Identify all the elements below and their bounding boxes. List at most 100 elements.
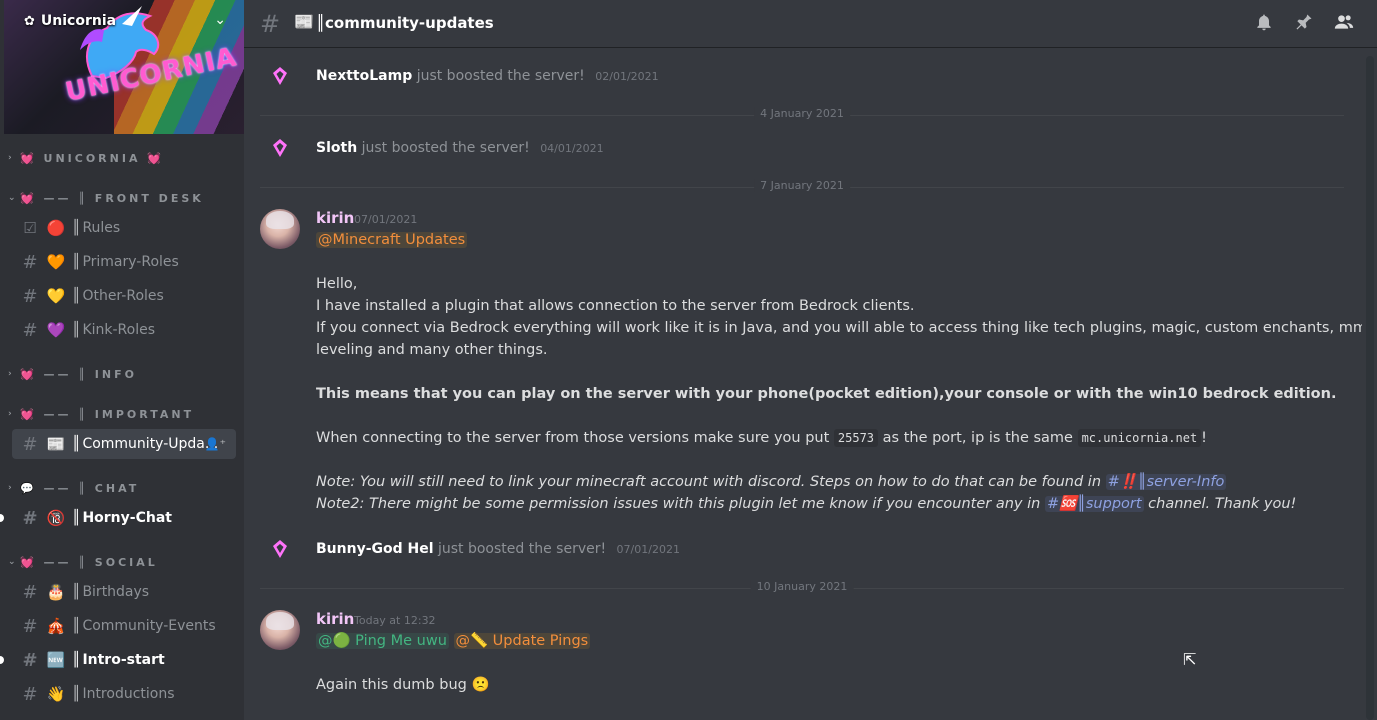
boost-text: Sloth just boosted the server! 04/01/202… — [316, 140, 604, 156]
hashtag-icon: # — [22, 251, 38, 273]
message-line-bold: This means that you can play on the serv… — [316, 386, 1337, 402]
category-collapsed-icon: › — [8, 369, 12, 379]
message-line: @🟢 Ping Me uwu @📏 Update Pings — [316, 630, 591, 652]
channel-birthdays[interactable]: # 🎂 ║ Birthdays — [12, 577, 236, 607]
message-timestamp: Today at 12:32 — [354, 614, 436, 627]
category-chat[interactable]: › 💬 —— ║ CHAT — [8, 479, 139, 497]
hashtag-icon: # — [22, 581, 38, 603]
channel-link-support[interactable]: #🆘║support — [1044, 496, 1144, 512]
channel-introductions[interactable]: # 👋 ║ Introductions — [12, 679, 236, 709]
message-text: When connecting to the server from those… — [316, 430, 830, 446]
role-mention[interactable]: @🟢 Ping Me uwu — [316, 633, 449, 649]
category-info[interactable]: › 💓 —— ║ INFO — [8, 365, 137, 383]
channel-separator: ║ — [72, 584, 81, 600]
rules-checkbox-icon: ☑ — [23, 219, 37, 237]
hashtag-icon: # — [22, 683, 38, 705]
channel-separator: ║ — [72, 510, 81, 526]
channel-name: Primary-Roles — [82, 254, 179, 270]
boost-date: 07/01/2021 — [616, 543, 680, 556]
category-label: 💓 —— ║ SOCIAL — [20, 555, 158, 569]
category-label: 💓 —— ║ IMPORTANT — [20, 407, 195, 421]
category-expanded-icon: ⌄ — [8, 557, 16, 567]
scrollbar[interactable] — [1366, 56, 1374, 720]
avatar[interactable] — [260, 209, 300, 249]
boost-username[interactable]: Sloth — [316, 140, 357, 156]
server-name-header[interactable]: ✿ Unicornia — [24, 13, 116, 29]
message-username[interactable]: kirin — [316, 209, 354, 227]
category-front-desk[interactable]: ⌄ 💓 —— ║ FRONT DESK — [8, 189, 204, 207]
channel-emoji: 🆕 — [46, 651, 66, 669]
channel-emoji: 🔴 — [46, 219, 66, 237]
inline-code: 25573 — [833, 429, 879, 447]
channel-name: Intro-start — [82, 652, 165, 668]
server-badge-icon: ✿ — [24, 13, 35, 29]
hashtag-icon: # — [22, 319, 38, 341]
bell-icon[interactable] — [1252, 12, 1276, 36]
pin-icon[interactable] — [1292, 12, 1316, 36]
channel-kink-roles[interactable]: # 💜 ║ Kink-Roles — [12, 315, 236, 345]
chevron-down-icon[interactable]: ⌄ — [214, 12, 226, 28]
channel-separator: ║ — [72, 436, 81, 452]
boost-text: Bunny-God Hel just boosted the server! 0… — [316, 541, 680, 557]
message-text: as the port, ip is the same — [882, 430, 1073, 446]
category-label: 💓 UNICORNIA 💓 — [20, 151, 164, 165]
category-label: 💓 —— ║ INFO — [20, 367, 137, 381]
channel-sidebar: UNICORNIA ✿ Unicornia ⌄ › 💓 UNICORNIA 💓 … — [0, 0, 244, 720]
discord-app: UNICORNIA ✿ Unicornia ⌄ › 💓 UNICORNIA 💓 … — [0, 0, 1377, 720]
role-mention[interactable]: @📏 Update Pings — [453, 633, 591, 649]
channel-separator: ║ — [72, 686, 81, 702]
message-line: I have installed a plugin that allows co… — [316, 298, 915, 314]
category-label: 💓 —— ║ FRONT DESK — [20, 191, 204, 205]
channel-link-server-info[interactable]: #‼️║server-Info — [1105, 474, 1227, 490]
channel-name: Kink-Roles — [82, 322, 156, 338]
boost-username[interactable]: NexttoLamp — [316, 68, 412, 84]
channel-name: Other-Roles — [82, 288, 164, 304]
channel-separator: ║ — [72, 288, 81, 304]
channel-emoji: 🧡 — [46, 253, 66, 271]
channel-horny-chat[interactable]: # 🔞 ║ Horny-Chat — [12, 503, 236, 533]
channel-separator: ║ — [72, 322, 81, 338]
channel-separator: ║ — [72, 652, 81, 668]
channel-separator: ║ — [72, 220, 81, 236]
mouse-cursor-icon: ⇱ — [1183, 650, 1197, 669]
message-text: channel. Thank you! — [1148, 496, 1297, 512]
category-important[interactable]: › 💓 —— ║ IMPORTANT — [8, 405, 194, 423]
unread-indicator — [0, 656, 4, 664]
server-name: Unicornia — [40, 13, 117, 29]
message-username[interactable]: kirin — [316, 610, 354, 628]
channel-header: # 📰 ║community-updates — [244, 0, 1377, 48]
invite-member-icon[interactable]: 👤⁺ — [205, 437, 226, 451]
message-line: Again this dumb bug 🙁 — [316, 677, 490, 693]
message-text: Note2: There might be some permission is… — [316, 496, 1041, 512]
date-divider: 7 January 2021 — [260, 179, 1344, 192]
channel-intro-start[interactable]: # 🆕 ║ Intro-start — [12, 645, 236, 675]
message-timestamp: 07/01/2021 — [354, 213, 418, 226]
boost-username[interactable]: Bunny-God Hel — [316, 541, 434, 557]
channel-community-updates[interactable]: # 📰 ║ Community-Upda... 👤⁺ — [12, 429, 236, 459]
message-line: @Minecraft Updates — [316, 229, 468, 251]
hashtag-icon: # — [260, 10, 281, 38]
category-social[interactable]: ⌄ 💓 —— ║ SOCIAL — [8, 553, 158, 571]
hashtag-icon: # — [22, 433, 38, 455]
hashtag-icon: # — [22, 507, 38, 529]
boost-date: 02/01/2021 — [595, 70, 659, 83]
role-mention[interactable]: @Minecraft Updates — [316, 232, 468, 248]
hashtag-icon: # — [22, 615, 38, 637]
date-divider-label: 7 January 2021 — [754, 179, 850, 192]
hashtag-icon: # — [22, 285, 38, 307]
avatar[interactable] — [260, 610, 300, 650]
message-text: ! — [1201, 430, 1207, 446]
server-banner[interactable]: UNICORNIA ✿ Unicornia ⌄ — [4, 0, 244, 134]
members-icon[interactable] — [1332, 12, 1356, 36]
channel-rules[interactable]: ☑ 🔴 ║ Rules — [12, 213, 236, 243]
hashtag-icon: # — [22, 649, 38, 671]
message-list: NexttoLamp just boosted the server! 02/0… — [244, 49, 1362, 720]
channel-emoji: 🎂 — [46, 583, 66, 601]
channel-primary-roles[interactable]: # 🧡 ║ Primary-Roles — [12, 247, 236, 277]
channel-other-roles[interactable]: # 💛 ║ Other-Roles — [12, 281, 236, 311]
boost-label: just boosted the server! — [437, 541, 607, 557]
message-line: When connecting to the server from those… — [316, 427, 1207, 449]
category-unicornia[interactable]: › 💓 UNICORNIA 💓 — [8, 149, 164, 167]
channel-community-events[interactable]: # 🎪 ║ Community-Events — [12, 611, 236, 641]
channel-emoji: 👋 — [46, 685, 66, 703]
